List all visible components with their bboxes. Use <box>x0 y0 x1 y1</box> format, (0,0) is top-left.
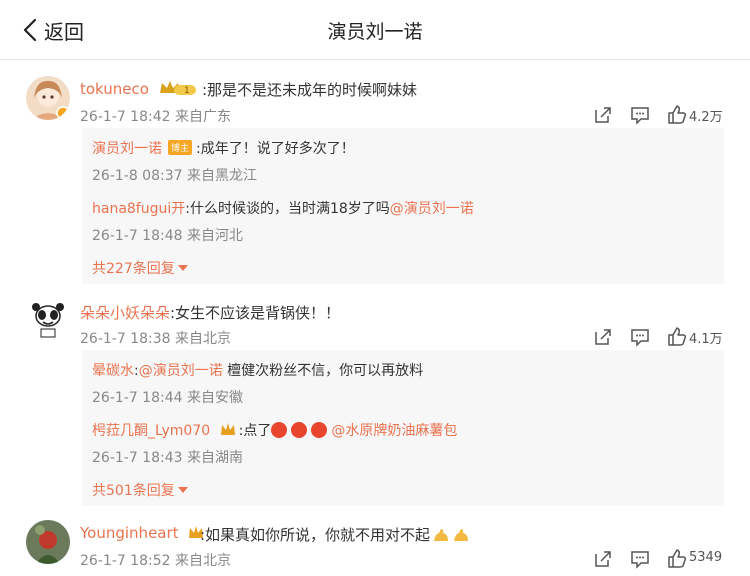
comment-meta: 26-1-7 18:52 来自北京 <box>80 553 231 569</box>
angry-face-icon <box>311 422 328 438</box>
reply-username[interactable]: 晕碳水 <box>92 363 134 379</box>
comment-actions: 4.2万 <box>592 104 742 126</box>
reply-text: :什么时候谈的，当时满18岁了吗 <box>185 201 390 217</box>
share-icon[interactable] <box>592 326 614 348</box>
comment-text: :女生不应该是背锅侠！！ <box>170 304 341 322</box>
more-replies-label: 共501条回复 <box>92 483 175 499</box>
reply-meta: 26-1-7 18:48 来自河北 <box>92 228 243 244</box>
top-bar: 返回 演员刘一诺 <box>0 0 750 60</box>
reply-item: 演员刘一诺 博主:成年了！说了好多次了！ <box>92 138 355 158</box>
reply-mention[interactable]: @水原牌奶油麻薯包 <box>331 423 457 439</box>
like-count: 5349 <box>689 550 723 565</box>
vip-crown-icon: 1 <box>159 81 196 96</box>
reply-meta: 26-1-7 18:43 来自湖南 <box>92 450 243 466</box>
comment-feed: tokuneco 1 :那是不是还未成年的时候啊妹妹 26-1-7 18:42 … <box>0 60 750 576</box>
like-icon[interactable] <box>666 326 688 348</box>
strong-arm-icon <box>454 529 469 541</box>
svg-text:1: 1 <box>184 86 190 96</box>
like-count: 4.2万 <box>689 110 723 125</box>
angry-face-icon <box>291 422 308 438</box>
reply-meta: 26-1-8 08:37 来自黑龙江 <box>92 168 257 184</box>
reply-box: 晕碳水:@演员刘一诺 檀健次粉丝不信，你可以再放料 26-1-7 18:44 来… <box>82 350 724 506</box>
reply-text: 檀健次粉丝不信，你可以再放料 <box>222 363 424 379</box>
comment-actions: 4.1万 <box>592 326 742 348</box>
page-title: 演员刘一诺 <box>327 21 423 43</box>
comment-text-body: :如果真如你所说，你就不用对不起 <box>200 526 431 544</box>
reply-box: 演员刘一诺 博主:成年了！说了好多次了！ 26-1-8 08:37 来自黑龙江 h… <box>82 128 724 284</box>
username[interactable]: 朵朵小妖朵朵 <box>80 304 170 322</box>
reply-meta: 26-1-7 18:44 来自安徽 <box>92 390 243 406</box>
comment-actions: 5349 <box>592 548 742 570</box>
caret-down-icon <box>177 487 188 493</box>
avatar[interactable] <box>26 76 70 120</box>
author-badge: 博主 <box>168 140 193 155</box>
comment-icon[interactable] <box>629 326 651 348</box>
share-icon[interactable] <box>592 104 614 126</box>
comment-text: :如果真如你所说，你就不用对不起 <box>200 524 470 545</box>
like-icon[interactable] <box>666 548 688 570</box>
reply-item: hana8fugui开:什么时候谈的，当时满18岁了吗@演员刘一诺 <box>92 198 474 218</box>
reply-text: :成年了！说了好多次了！ <box>196 141 355 157</box>
reply-mention[interactable]: @演员刘一诺 <box>390 201 474 217</box>
reply-username[interactable]: 演员刘一诺 <box>92 141 162 157</box>
crown-badge-icon <box>220 423 235 435</box>
share-icon[interactable] <box>592 548 614 570</box>
comment-meta: 26-1-7 18:38 来自北京 <box>80 331 231 347</box>
reply-username[interactable]: 枵菈几酮_Lym070 <box>92 423 210 439</box>
like-count: 4.1万 <box>689 332 723 347</box>
username[interactable]: Younginheart <box>80 524 179 542</box>
caret-down-icon <box>177 265 188 271</box>
comment-icon[interactable] <box>629 548 651 570</box>
more-replies-label: 共227条回复 <box>92 261 175 277</box>
like-icon[interactable] <box>666 104 688 126</box>
angry-face-icon <box>271 422 288 438</box>
reply-item: 晕碳水:@演员刘一诺 檀健次粉丝不信，你可以再放料 <box>92 360 423 380</box>
more-replies-link[interactable]: 共501条回复 <box>92 480 188 500</box>
reply-text: :点了 <box>238 423 272 439</box>
strong-arm-icon <box>434 529 449 541</box>
avatar[interactable] <box>26 298 70 342</box>
reply-item: 枵菈几酮_Lym070 :点了 @水原牌奶油麻薯包 <box>92 420 457 440</box>
avatar[interactable] <box>26 520 70 564</box>
reply-username[interactable]: hana8fugui开 <box>92 201 185 217</box>
reply-mention[interactable]: @演员刘一诺 <box>139 363 223 379</box>
more-replies-link[interactable]: 共227条回复 <box>92 258 188 278</box>
username[interactable]: tokuneco <box>80 80 149 98</box>
comment-text: :那是不是还未成年的时候啊妹妹 <box>202 81 418 99</box>
comment-icon[interactable] <box>629 104 651 126</box>
comment-meta: 26-1-7 18:42 来自广东 <box>80 109 231 125</box>
